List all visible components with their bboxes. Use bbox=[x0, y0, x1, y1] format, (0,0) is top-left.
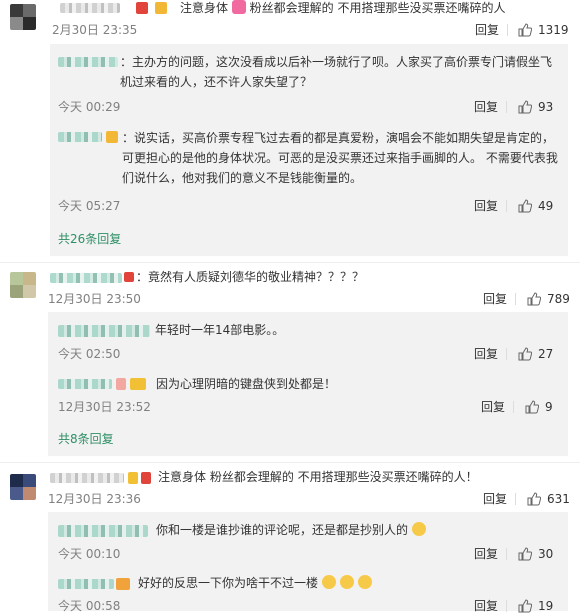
thumbs-up-icon bbox=[525, 400, 539, 414]
like-count: 9 bbox=[545, 400, 553, 414]
user-badge-icon bbox=[128, 472, 138, 484]
reply-time: 12月30日 23:52 bbox=[58, 400, 151, 414]
username-blurred[interactable] bbox=[58, 379, 112, 389]
thumbs-up-icon bbox=[518, 547, 532, 561]
comment-time: 2月30日 23:35 bbox=[52, 23, 138, 37]
like-button[interactable]: 27 bbox=[518, 346, 553, 362]
reply-time: 今天 02:50 bbox=[58, 347, 121, 361]
like-button[interactable]: 789 bbox=[527, 291, 570, 307]
reply-text: ：主办方的问题，这次没看成以后补一场就行了呗。人家买了高价票专门请假坐飞机过来看… bbox=[120, 55, 553, 89]
like-count: 93 bbox=[538, 100, 554, 114]
avatar[interactable] bbox=[10, 272, 36, 298]
reply-text: ：说实话，买高价票专程飞过去看的都是真爱粉，演唱会不能如期失望是肯定的，可更担心… bbox=[122, 131, 558, 185]
reply-button[interactable]: 回复 bbox=[474, 546, 498, 562]
reply-text: 好好的反思一下你为啥干不过一楼 bbox=[138, 573, 372, 593]
like-count: 49 bbox=[538, 199, 554, 213]
reply-button[interactable]: 回复 bbox=[474, 598, 498, 614]
like-count: 19 bbox=[538, 599, 554, 613]
heart-emoji-icon bbox=[231, 0, 246, 14]
user-badge-icon bbox=[130, 378, 146, 390]
like-button[interactable]: 49 bbox=[518, 198, 553, 214]
avatar[interactable] bbox=[10, 474, 36, 500]
reply-text: 因为心理阴暗的键盘侠到处都是！ bbox=[156, 377, 337, 391]
avatar[interactable] bbox=[10, 4, 36, 30]
user-badge-icon bbox=[136, 2, 148, 14]
user-badge-icon bbox=[141, 472, 151, 484]
like-count: 1319 bbox=[538, 23, 569, 37]
like-count: 27 bbox=[538, 347, 554, 361]
reply-time: 今天 00:29 bbox=[58, 100, 121, 114]
divider bbox=[506, 101, 507, 113]
comment-text: 注意身体 粉丝都会理解的 不用搭理那些没买票还嘴碎的人 bbox=[180, 0, 506, 15]
divider bbox=[515, 293, 516, 305]
like-button[interactable]: 93 bbox=[518, 99, 553, 115]
user-badge-icon bbox=[155, 2, 167, 14]
emoji-icon bbox=[339, 575, 354, 589]
thumbs-up-icon bbox=[518, 347, 532, 361]
emoji-icon bbox=[321, 575, 336, 589]
emoji-icon bbox=[357, 575, 372, 589]
thumbs-up-icon bbox=[527, 492, 541, 506]
reply-time: 今天 05:27 bbox=[58, 199, 121, 213]
comment-text: 注意身体 粉丝都会理解的 不用搭理那些没买票还嘴碎的人！ bbox=[158, 470, 478, 484]
like-button[interactable]: 1319 bbox=[518, 22, 569, 38]
reply-time: 今天 00:58 bbox=[58, 599, 121, 613]
user-badge-icon bbox=[116, 378, 126, 390]
reply-button[interactable]: 回复 bbox=[474, 198, 498, 214]
username-blurred[interactable] bbox=[58, 132, 102, 142]
reply-button[interactable]: 回复 bbox=[483, 291, 507, 307]
divider bbox=[506, 600, 507, 612]
username-blurred[interactable] bbox=[58, 57, 118, 67]
reply-button[interactable]: 回复 bbox=[475, 22, 499, 38]
reply-time: 今天 00:10 bbox=[58, 547, 121, 561]
reply-button[interactable]: 回复 bbox=[483, 491, 507, 507]
comment-time: 12月30日 23:36 bbox=[48, 492, 141, 506]
divider bbox=[515, 493, 516, 505]
username-blurred[interactable] bbox=[58, 325, 150, 337]
divider bbox=[513, 401, 514, 413]
username-blurred[interactable] bbox=[50, 473, 124, 483]
thumbs-up-icon bbox=[518, 199, 532, 213]
emoji-icon bbox=[411, 522, 426, 536]
like-button[interactable]: 19 bbox=[518, 598, 553, 614]
thumbs-up-icon bbox=[527, 292, 541, 306]
thumbs-up-icon bbox=[518, 100, 532, 114]
reply-button[interactable]: 回复 bbox=[474, 99, 498, 115]
username-blurred[interactable] bbox=[50, 273, 122, 283]
reply-text: 年轻时一年14部电影。。 bbox=[155, 323, 285, 337]
reply-button[interactable]: 回复 bbox=[481, 399, 505, 415]
comment-divider bbox=[0, 462, 580, 463]
divider bbox=[506, 348, 507, 360]
user-badge-icon bbox=[106, 131, 118, 143]
like-button[interactable]: 631 bbox=[527, 491, 570, 507]
divider bbox=[506, 548, 507, 560]
like-button[interactable]: 9 bbox=[525, 399, 553, 415]
reply-text: 你和一楼是谁抄谁的评论呢，还是都是抄别人的 bbox=[156, 520, 426, 540]
like-count: 789 bbox=[547, 292, 570, 306]
thumbs-up-icon bbox=[518, 23, 532, 37]
view-more-replies-link[interactable]: 共8条回复 bbox=[58, 431, 114, 447]
username-blurred[interactable] bbox=[58, 525, 148, 537]
like-button[interactable]: 30 bbox=[518, 546, 553, 562]
divider bbox=[506, 200, 507, 212]
reply-button[interactable]: 回复 bbox=[474, 346, 498, 362]
user-badge-icon bbox=[116, 578, 130, 590]
divider bbox=[507, 24, 508, 36]
username-blurred[interactable] bbox=[58, 579, 114, 589]
comment-time: 12月30日 23:50 bbox=[48, 292, 141, 306]
username-blurred[interactable] bbox=[60, 3, 120, 13]
comment-divider bbox=[0, 262, 580, 263]
view-more-replies-link[interactable]: 共26条回复 bbox=[58, 231, 121, 247]
user-badge-icon bbox=[124, 272, 134, 282]
comment-text: ：竟然有人质疑刘德华的敬业精神？？？？ bbox=[136, 270, 365, 284]
like-count: 30 bbox=[538, 547, 554, 561]
like-count: 631 bbox=[547, 492, 570, 506]
